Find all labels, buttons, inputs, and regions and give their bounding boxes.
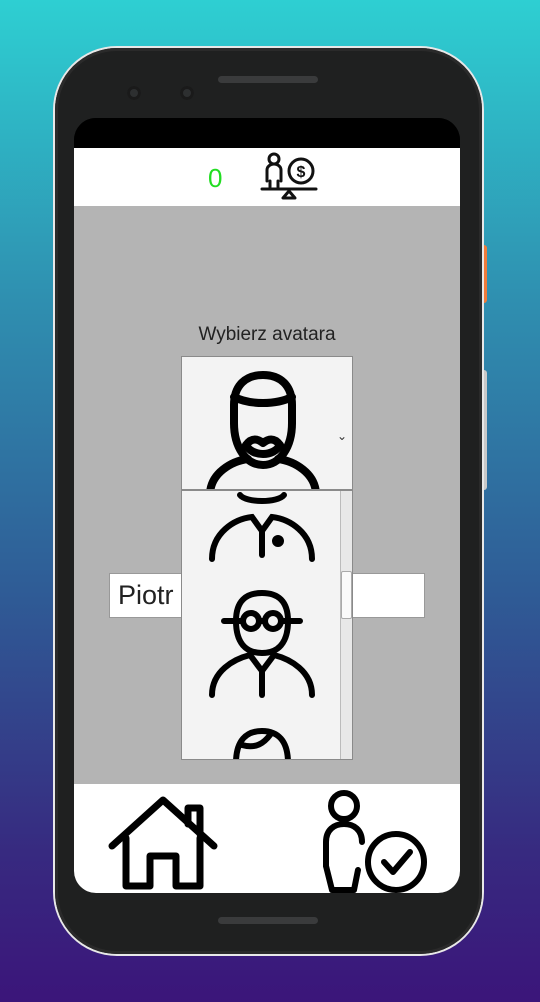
bottom-nav: [74, 784, 460, 893]
bearded-man-avatar-icon: [206, 371, 320, 489]
avatar-dropdown-list[interactable]: [181, 490, 353, 760]
app-screen: 0 $ Wybierz avatara ⌄ Piotr: [74, 118, 460, 893]
points-counter: 0: [208, 163, 223, 193]
camera-icon: [127, 86, 141, 100]
phone-frame: 0 $ Wybierz avatara ⌄ Piotr: [55, 48, 482, 954]
main-content: Wybierz avatara ⌄: [74, 206, 460, 784]
earpiece: [218, 76, 318, 83]
dropdown-scrollbar[interactable]: [340, 491, 352, 759]
bottom-speaker: [218, 917, 318, 924]
status-bar: [74, 118, 460, 148]
man-with-glasses-avatar-icon[interactable]: [202, 583, 322, 708]
man-with-tie-avatar-icon[interactable]: [202, 490, 322, 566]
avatar-title: Wybierz avatara: [198, 324, 336, 345]
top-bar: 0 $: [74, 148, 460, 206]
home-icon[interactable]: [108, 794, 218, 892]
sensor-icon: [180, 86, 194, 100]
woman-avatar-icon[interactable]: [202, 723, 322, 760]
user-check-icon[interactable]: [314, 790, 434, 893]
scrollbar-thumb[interactable]: [341, 571, 352, 619]
svg-text:$: $: [297, 164, 306, 181]
balance-money-icon[interactable]: $: [260, 151, 318, 205]
volume-button: [482, 370, 487, 490]
avatar-select[interactable]: ⌄: [181, 356, 353, 490]
power-button: [482, 245, 487, 303]
chevron-down-icon: ⌄: [336, 429, 347, 443]
